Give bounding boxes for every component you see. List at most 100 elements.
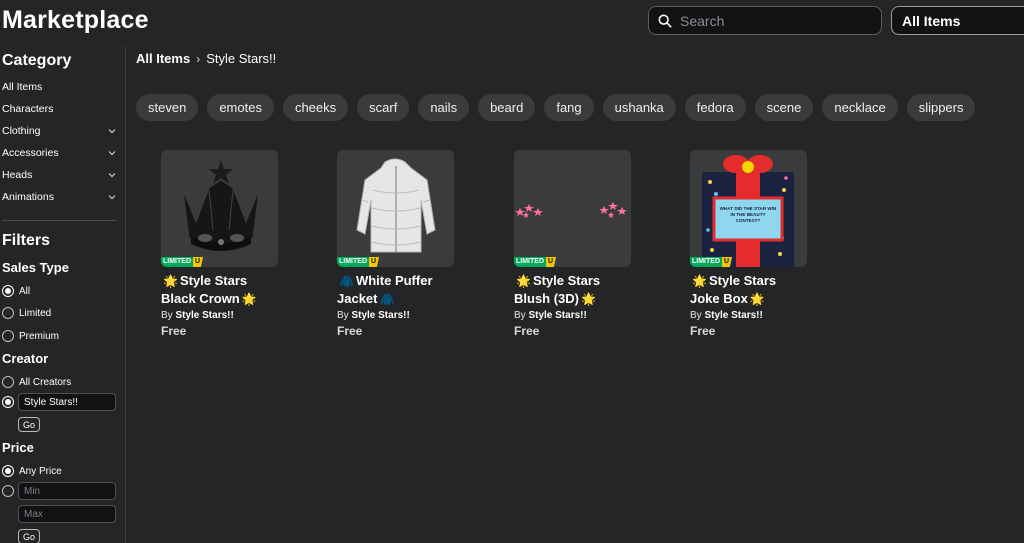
unique-label: U xyxy=(193,257,204,267)
keyword-chip[interactable]: steven xyxy=(136,94,199,121)
sales-type-premium[interactable]: Premium xyxy=(2,328,59,344)
keyword-chip[interactable]: emotes xyxy=(207,94,274,121)
coat-icon: 🧥 xyxy=(379,292,395,306)
radio-label: All xyxy=(19,285,31,297)
price-max-input[interactable] xyxy=(18,505,116,523)
search-icon xyxy=(658,14,672,27)
keyword-chip[interactable]: ushanka xyxy=(602,94,676,121)
glowing-star-icon: 🌟 xyxy=(516,274,531,288)
radio[interactable] xyxy=(2,485,14,497)
chevron-right-icon: › xyxy=(196,51,201,66)
item-card[interactable]: LIMITED U 🧥 White Puffer Jacket 🧥 By Style… xyxy=(337,150,477,338)
creator-go-button[interactable]: Go xyxy=(18,417,40,432)
category-heading: Category xyxy=(2,52,72,69)
breadcrumb-current: Style Stars!! xyxy=(206,51,277,66)
sidebar-item-label: Clothing xyxy=(2,125,41,137)
item-thumbnail[interactable]: LIMITED U xyxy=(161,150,278,267)
keyword-chip[interactable]: cheeks xyxy=(282,94,349,121)
keyword-chip[interactable]: scarf xyxy=(357,94,410,121)
radio[interactable] xyxy=(2,376,14,388)
chevron-down-icon[interactable] xyxy=(108,127,116,135)
creator-specific[interactable] xyxy=(2,394,19,410)
item-price: Free xyxy=(690,324,716,338)
item-price: Free xyxy=(337,324,363,338)
item-thumbnail[interactable]: LIMITED U xyxy=(514,150,631,267)
item-title[interactable]: 🌟 Style Stars Blush (3D) 🌟 xyxy=(514,272,654,308)
coat-icon: 🧥 xyxy=(339,274,354,288)
price-min-input[interactable] xyxy=(18,482,116,500)
chevron-down-icon[interactable] xyxy=(108,149,116,157)
star-blush-icon xyxy=(515,202,627,218)
keyword-chip-row: steven emotes cheeks scarf nails beard f… xyxy=(136,94,976,121)
keyword-chip[interactable]: fang xyxy=(544,94,594,121)
creator-link[interactable]: Style Stars!! xyxy=(351,310,409,321)
glowing-star-icon: 🌟 xyxy=(581,292,596,306)
keyword-chip[interactable]: beard xyxy=(478,94,536,121)
breadcrumb-root-link[interactable]: All Items xyxy=(136,51,190,66)
creator-input[interactable] xyxy=(18,393,116,411)
item-title-line2: Blush (3D) xyxy=(514,291,579,306)
creator-heading: Creator xyxy=(2,351,49,366)
radio-checked[interactable] xyxy=(2,285,14,297)
jacket-icon xyxy=(356,158,436,253)
item-creator: By Style Stars!! xyxy=(690,310,830,321)
sales-type-all[interactable]: All xyxy=(2,283,30,299)
item-title[interactable]: 🌟 Style Stars Joke Box 🌟 xyxy=(690,272,830,308)
item-creator: By Style Stars!! xyxy=(514,310,654,321)
sidebar-item-animations[interactable]: Animations xyxy=(2,188,116,206)
price-any[interactable]: Any Price xyxy=(2,463,62,479)
glowing-star-icon: 🌟 xyxy=(241,292,257,306)
sidebar-item-heads[interactable]: Heads xyxy=(2,166,116,184)
limited-badge: LIMITED U xyxy=(514,257,557,267)
breadcrumb: All Items › Style Stars!! xyxy=(136,51,276,66)
creator-link[interactable]: Style Stars!! xyxy=(175,310,233,321)
keyword-chip[interactable]: scene xyxy=(754,94,814,121)
search-input[interactable] xyxy=(680,12,860,29)
price-range[interactable] xyxy=(2,483,19,499)
item-title[interactable]: 🧥 White Puffer Jacket 🧥 xyxy=(337,272,477,308)
limited-badge: LIMITED U xyxy=(690,257,733,267)
item-title-line1: Style Stars xyxy=(179,273,248,288)
category-select[interactable]: All Items xyxy=(891,6,1024,35)
item-card[interactable]: WHAT DID THE STAR WIN IN THE BEAUTY CONT… xyxy=(690,150,830,338)
search-box[interactable] xyxy=(648,6,882,35)
by-label: By xyxy=(514,310,526,321)
sidebar-item-clothing[interactable]: Clothing xyxy=(2,122,116,140)
radio[interactable] xyxy=(2,307,14,319)
limited-label: LIMITED xyxy=(161,257,193,267)
creator-all[interactable]: All Creators xyxy=(2,374,71,390)
keyword-chip[interactable]: nails xyxy=(418,94,470,121)
limited-label: LIMITED xyxy=(337,257,369,267)
limited-badge: LIMITED U xyxy=(337,257,380,267)
sales-type-limited[interactable]: Limited xyxy=(2,305,51,321)
creator-link[interactable]: Style Stars!! xyxy=(704,310,762,321)
item-card[interactable]: LIMITED U 🌟 Style Stars Black Crown 🌟 By S… xyxy=(161,150,301,338)
radio[interactable] xyxy=(2,330,14,342)
item-card[interactable]: LIMITED U 🌟 Style Stars Blush (3D) 🌟 By St… xyxy=(514,150,654,338)
item-creator: By Style Stars!! xyxy=(161,310,301,321)
filters-heading: Filters xyxy=(2,232,51,249)
sidebar-item-label: Heads xyxy=(2,169,33,181)
joke-box-text: WHAT DID THE STAR WIN IN THE BEAUTY CONT… xyxy=(719,206,777,223)
by-label: By xyxy=(161,310,173,321)
item-title-line2: Jacket xyxy=(337,291,378,306)
chevron-down-icon[interactable] xyxy=(108,193,116,201)
glowing-star-icon: 🌟 xyxy=(749,292,765,306)
price-go-button[interactable]: Go xyxy=(18,529,40,543)
sidebar-item-characters[interactable]: Characters xyxy=(2,100,116,118)
keyword-chip[interactable]: slippers xyxy=(906,94,976,121)
keyword-chip[interactable]: fedora xyxy=(684,94,746,121)
item-thumbnail[interactable]: LIMITED U xyxy=(337,150,454,267)
item-thumbnail[interactable]: WHAT DID THE STAR WIN IN THE BEAUTY CONT… xyxy=(690,150,807,267)
keyword-chip[interactable]: necklace xyxy=(822,94,898,121)
chevron-down-icon[interactable] xyxy=(108,171,116,179)
creator-link[interactable]: Style Stars!! xyxy=(528,310,586,321)
by-label: By xyxy=(337,310,349,321)
radio-checked[interactable] xyxy=(2,396,14,408)
sidebar-item-all-items[interactable]: All Items xyxy=(2,78,116,96)
item-title[interactable]: 🌟 Style Stars Black Crown 🌟 xyxy=(161,272,301,308)
sidebar-item-label: All Items xyxy=(2,81,43,93)
radio-checked[interactable] xyxy=(2,465,14,477)
limited-label: LIMITED xyxy=(690,257,722,267)
sidebar-item-accessories[interactable]: Accessories xyxy=(2,144,116,162)
